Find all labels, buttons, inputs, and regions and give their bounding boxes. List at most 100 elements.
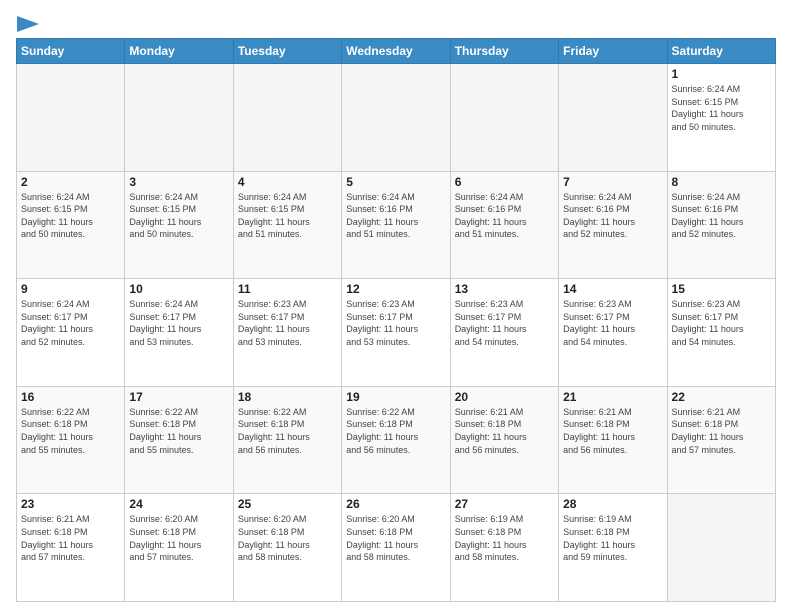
weekday-header-wednesday: Wednesday — [342, 39, 450, 64]
day-info: Sunrise: 6:19 AM Sunset: 6:18 PM Dayligh… — [455, 513, 554, 563]
day-number: 14 — [563, 282, 662, 296]
day-number: 26 — [346, 497, 445, 511]
weekday-header-sunday: Sunday — [17, 39, 125, 64]
day-number: 16 — [21, 390, 120, 404]
day-info: Sunrise: 6:24 AM Sunset: 6:15 PM Dayligh… — [129, 191, 228, 241]
day-number: 1 — [672, 67, 771, 81]
day-number: 18 — [238, 390, 337, 404]
calendar-cell — [342, 64, 450, 172]
calendar-cell: 10 Sunrise: 6:24 AM Sunset: 6:17 PM Dayli… — [125, 279, 233, 387]
week-row-4: 23 Sunrise: 6:21 AM Sunset: 6:18 PM Dayli… — [17, 494, 776, 602]
calendar-cell: 9 Sunrise: 6:24 AM Sunset: 6:17 PM Daylig… — [17, 279, 125, 387]
day-info: Sunrise: 6:24 AM Sunset: 6:17 PM Dayligh… — [129, 298, 228, 348]
day-info: Sunrise: 6:23 AM Sunset: 6:17 PM Dayligh… — [455, 298, 554, 348]
day-number: 7 — [563, 175, 662, 189]
calendar-cell: 20 Sunrise: 6:21 AM Sunset: 6:18 PM Dayli… — [450, 386, 558, 494]
day-number: 13 — [455, 282, 554, 296]
calendar-cell: 25 Sunrise: 6:20 AM Sunset: 6:18 PM Dayli… — [233, 494, 341, 602]
day-info: Sunrise: 6:24 AM Sunset: 6:16 PM Dayligh… — [346, 191, 445, 241]
weekday-header-saturday: Saturday — [667, 39, 775, 64]
day-number: 4 — [238, 175, 337, 189]
calendar-cell: 26Sunrise: 6:20 AM Sunset: 6:18 PM Dayli… — [342, 494, 450, 602]
week-row-1: 2 Sunrise: 6:24 AM Sunset: 6:15 PM Daylig… — [17, 171, 776, 279]
day-number: 23 — [21, 497, 120, 511]
calendar-cell: 3 Sunrise: 6:24 AM Sunset: 6:15 PM Daylig… — [125, 171, 233, 279]
calendar-cell — [125, 64, 233, 172]
calendar-table: SundayMondayTuesdayWednesdayThursdayFrid… — [16, 38, 776, 602]
calendar-cell: 16 Sunrise: 6:22 AM Sunset: 6:18 PM Dayli… — [17, 386, 125, 494]
day-info: Sunrise: 6:24 AM Sunset: 6:15 PM Dayligh… — [238, 191, 337, 241]
day-info: Sunrise: 6:21 AM Sunset: 6:18 PM Dayligh… — [455, 406, 554, 456]
day-number: 20 — [455, 390, 554, 404]
day-number: 11 — [238, 282, 337, 296]
day-number: 8 — [672, 175, 771, 189]
calendar-cell: 11 Sunrise: 6:23 AM Sunset: 6:17 PM Dayli… — [233, 279, 341, 387]
weekday-header-row: SundayMondayTuesdayWednesdayThursdayFrid… — [17, 39, 776, 64]
weekday-header-monday: Monday — [125, 39, 233, 64]
day-info: Sunrise: 6:24 AM Sunset: 6:15 PM Dayligh… — [21, 191, 120, 241]
day-info: Sunrise: 6:23 AM Sunset: 6:17 PM Dayligh… — [346, 298, 445, 348]
day-info: Sunrise: 6:22 AM Sunset: 6:18 PM Dayligh… — [238, 406, 337, 456]
day-number: 3 — [129, 175, 228, 189]
day-info: Sunrise: 6:24 AM Sunset: 6:16 PM Dayligh… — [563, 191, 662, 241]
day-info: Sunrise: 6:21 AM Sunset: 6:18 PM Dayligh… — [563, 406, 662, 456]
calendar-cell: 12 Sunrise: 6:23 AM Sunset: 6:17 PM Dayli… — [342, 279, 450, 387]
day-info: Sunrise: 6:20 AM Sunset: 6:18 PM Dayligh… — [238, 513, 337, 563]
calendar-cell: 21 Sunrise: 6:21 AM Sunset: 6:18 PM Dayli… — [559, 386, 667, 494]
day-info: Sunrise: 6:21 AM Sunset: 6:18 PM Dayligh… — [21, 513, 120, 563]
calendar-cell: 8 Sunrise: 6:24 AM Sunset: 6:16 PM Daylig… — [667, 171, 775, 279]
day-number: 21 — [563, 390, 662, 404]
weekday-header-tuesday: Tuesday — [233, 39, 341, 64]
day-number: 24 — [129, 497, 228, 511]
day-info: Sunrise: 6:23 AM Sunset: 6:17 PM Dayligh… — [672, 298, 771, 348]
calendar-cell: 24 Sunrise: 6:20 AM Sunset: 6:18 PM Dayli… — [125, 494, 233, 602]
week-row-3: 16 Sunrise: 6:22 AM Sunset: 6:18 PM Dayli… — [17, 386, 776, 494]
calendar-cell: 15 Sunrise: 6:23 AM Sunset: 6:17 PM Dayli… — [667, 279, 775, 387]
day-number: 25 — [238, 497, 337, 511]
calendar-cell: 28 Sunrise: 6:19 AM Sunset: 6:18 PM Dayli… — [559, 494, 667, 602]
calendar-cell: 23 Sunrise: 6:21 AM Sunset: 6:18 PM Dayli… — [17, 494, 125, 602]
calendar-cell: 7 Sunrise: 6:24 AM Sunset: 6:16 PM Daylig… — [559, 171, 667, 279]
page: SundayMondayTuesdayWednesdayThursdayFrid… — [0, 0, 792, 612]
calendar-cell — [559, 64, 667, 172]
day-info: Sunrise: 6:24 AM Sunset: 6:16 PM Dayligh… — [672, 191, 771, 241]
calendar-cell: 18 Sunrise: 6:22 AM Sunset: 6:18 PM Dayli… — [233, 386, 341, 494]
day-number: 12 — [346, 282, 445, 296]
day-number: 28 — [563, 497, 662, 511]
day-info: Sunrise: 6:24 AM Sunset: 6:15 PM Dayligh… — [672, 83, 771, 133]
day-info: Sunrise: 6:24 AM Sunset: 6:17 PM Dayligh… — [21, 298, 120, 348]
day-info: Sunrise: 6:23 AM Sunset: 6:17 PM Dayligh… — [238, 298, 337, 348]
day-info: Sunrise: 6:22 AM Sunset: 6:18 PM Dayligh… — [129, 406, 228, 456]
day-info: Sunrise: 6:21 AM Sunset: 6:18 PM Dayligh… — [672, 406, 771, 456]
day-info: Sunrise: 6:23 AM Sunset: 6:17 PM Dayligh… — [563, 298, 662, 348]
weekday-header-thursday: Thursday — [450, 39, 558, 64]
day-info: Sunrise: 6:19 AM Sunset: 6:18 PM Dayligh… — [563, 513, 662, 563]
calendar-cell: 22Sunrise: 6:21 AM Sunset: 6:18 PM Dayli… — [667, 386, 775, 494]
day-number: 2 — [21, 175, 120, 189]
calendar-cell: 2 Sunrise: 6:24 AM Sunset: 6:15 PM Daylig… — [17, 171, 125, 279]
calendar-cell: 27 Sunrise: 6:19 AM Sunset: 6:18 PM Dayli… — [450, 494, 558, 602]
week-row-0: 1 Sunrise: 6:24 AM Sunset: 6:15 PM Daylig… — [17, 64, 776, 172]
weekday-header-friday: Friday — [559, 39, 667, 64]
day-info: Sunrise: 6:22 AM Sunset: 6:18 PM Dayligh… — [346, 406, 445, 456]
day-number: 9 — [21, 282, 120, 296]
header — [16, 16, 776, 28]
calendar-cell — [450, 64, 558, 172]
day-number: 10 — [129, 282, 228, 296]
day-info: Sunrise: 6:22 AM Sunset: 6:18 PM Dayligh… — [21, 406, 120, 456]
calendar-cell: 4 Sunrise: 6:24 AM Sunset: 6:15 PM Daylig… — [233, 171, 341, 279]
calendar-cell: 14 Sunrise: 6:23 AM Sunset: 6:17 PM Dayli… — [559, 279, 667, 387]
day-number: 15 — [672, 282, 771, 296]
day-number: 17 — [129, 390, 228, 404]
calendar-cell: 19 Sunrise: 6:22 AM Sunset: 6:18 PM Dayli… — [342, 386, 450, 494]
day-info: Sunrise: 6:20 AM Sunset: 6:18 PM Dayligh… — [129, 513, 228, 563]
day-info: Sunrise: 6:24 AM Sunset: 6:16 PM Dayligh… — [455, 191, 554, 241]
day-number: 19 — [346, 390, 445, 404]
week-row-2: 9 Sunrise: 6:24 AM Sunset: 6:17 PM Daylig… — [17, 279, 776, 387]
logo — [16, 16, 39, 28]
logo-arrow-icon — [17, 16, 39, 32]
calendar-cell: 17 Sunrise: 6:22 AM Sunset: 6:18 PM Dayli… — [125, 386, 233, 494]
day-number: 27 — [455, 497, 554, 511]
calendar-cell: 5Sunrise: 6:24 AM Sunset: 6:16 PM Daylig… — [342, 171, 450, 279]
calendar-cell — [17, 64, 125, 172]
